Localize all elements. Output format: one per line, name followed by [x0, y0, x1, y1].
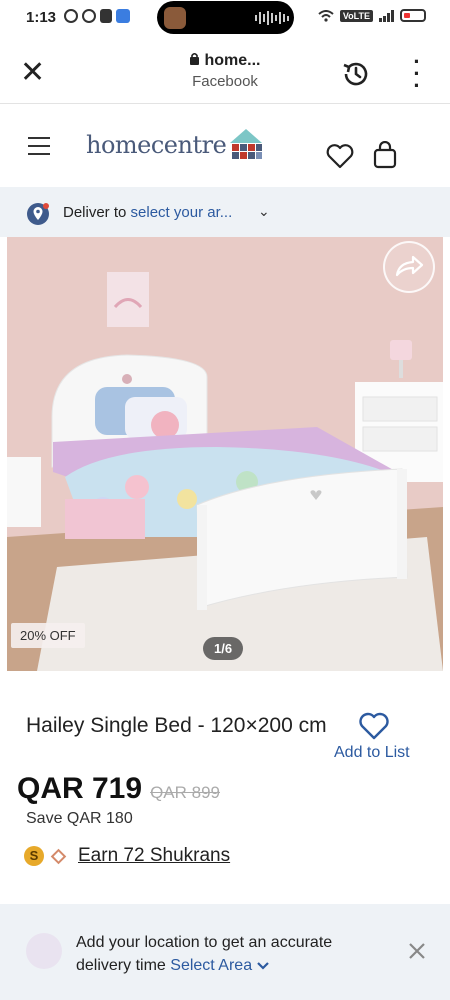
location-illustration-icon [26, 933, 62, 969]
site-header: homecentre [0, 105, 450, 187]
audio-wave-icon [255, 10, 289, 26]
lock-icon [190, 52, 200, 65]
share-button[interactable] [383, 241, 435, 293]
close-icon[interactable] [406, 940, 428, 962]
wifi-icon [318, 9, 334, 22]
browser-toolbar: ✕ home... Facebook · · · [0, 42, 450, 104]
savings-text: Save QAR 180 [26, 810, 133, 827]
whatsapp-icon [64, 9, 78, 23]
earn-shukrans-link[interactable]: Earn 72 Shukrans [78, 845, 230, 867]
app-notification-icon [116, 9, 130, 23]
notification-icons [64, 9, 130, 23]
location-banner-text: Add your location to get an accurate del… [76, 931, 376, 977]
select-area-label: Select Area [170, 957, 253, 974]
chevron-down-icon[interactable]: ⌄ [258, 203, 270, 220]
current-price: QAR 719 [17, 772, 143, 805]
price-row: QAR 719 QAR 899 [17, 772, 220, 806]
shukran-diamond-icon [50, 848, 67, 864]
shukran-coin-icon: S [24, 846, 44, 866]
url-text: home... [204, 52, 261, 69]
add-to-list-link[interactable]: Add to List [334, 744, 410, 762]
shukran-row[interactable]: S Earn 72 Shukrans [24, 845, 230, 867]
product-title: Hailey Single Bed - 120×200 cm [26, 714, 327, 737]
signal-icon [379, 9, 394, 22]
status-time: 1:13 [26, 9, 57, 26]
battery-icon [400, 9, 426, 22]
deliver-prefix: Deliver to [63, 204, 127, 221]
history-icon[interactable] [340, 58, 372, 90]
homecentre-logo[interactable]: homecentre [86, 127, 264, 163]
wishlist-heart-icon[interactable] [326, 143, 354, 169]
share-arrow-icon [395, 255, 424, 277]
volte-badge: VoLTE [339, 9, 373, 22]
logo-text: homecentre [86, 131, 227, 159]
select-area-button[interactable]: Select Area [170, 957, 269, 974]
deliver-to-bar[interactable]: Deliver to select your ar... ⌄ [0, 187, 450, 237]
location-pin-icon [27, 203, 49, 225]
system-icons: VoLTE [318, 9, 426, 22]
hamburger-menu-icon[interactable] [28, 137, 50, 155]
product-image-carousel[interactable]: 20% OFF 1/6 [7, 237, 443, 671]
bed-photo [7, 237, 443, 671]
chat-icon [82, 9, 96, 23]
add-to-list-heart-icon[interactable] [358, 711, 390, 741]
logo-mark-icon [230, 129, 263, 159]
discount-badge: 20% OFF [11, 623, 85, 648]
shopping-bag-icon[interactable] [372, 141, 398, 169]
media-thumbnail [164, 7, 186, 29]
status-bar: 1:13 VoLTE [0, 0, 450, 36]
alert-icon [100, 9, 112, 23]
url-row: home... [150, 52, 300, 70]
more-options-icon[interactable]: · · · [410, 51, 424, 97]
select-area-link[interactable]: select your ar... [131, 204, 233, 221]
deliver-to-text: Deliver to select your ar... [63, 204, 232, 221]
site-name: Facebook [192, 73, 258, 90]
close-icon[interactable]: ✕ [20, 58, 45, 88]
original-price: QAR 899 [150, 783, 220, 802]
dynamic-island [157, 1, 294, 34]
location-banner: Add your location to get an accurate del… [0, 904, 450, 1000]
image-counter: 1/6 [203, 637, 244, 660]
chevron-down-icon [256, 962, 269, 970]
url-display[interactable]: home... Facebook [150, 52, 300, 90]
